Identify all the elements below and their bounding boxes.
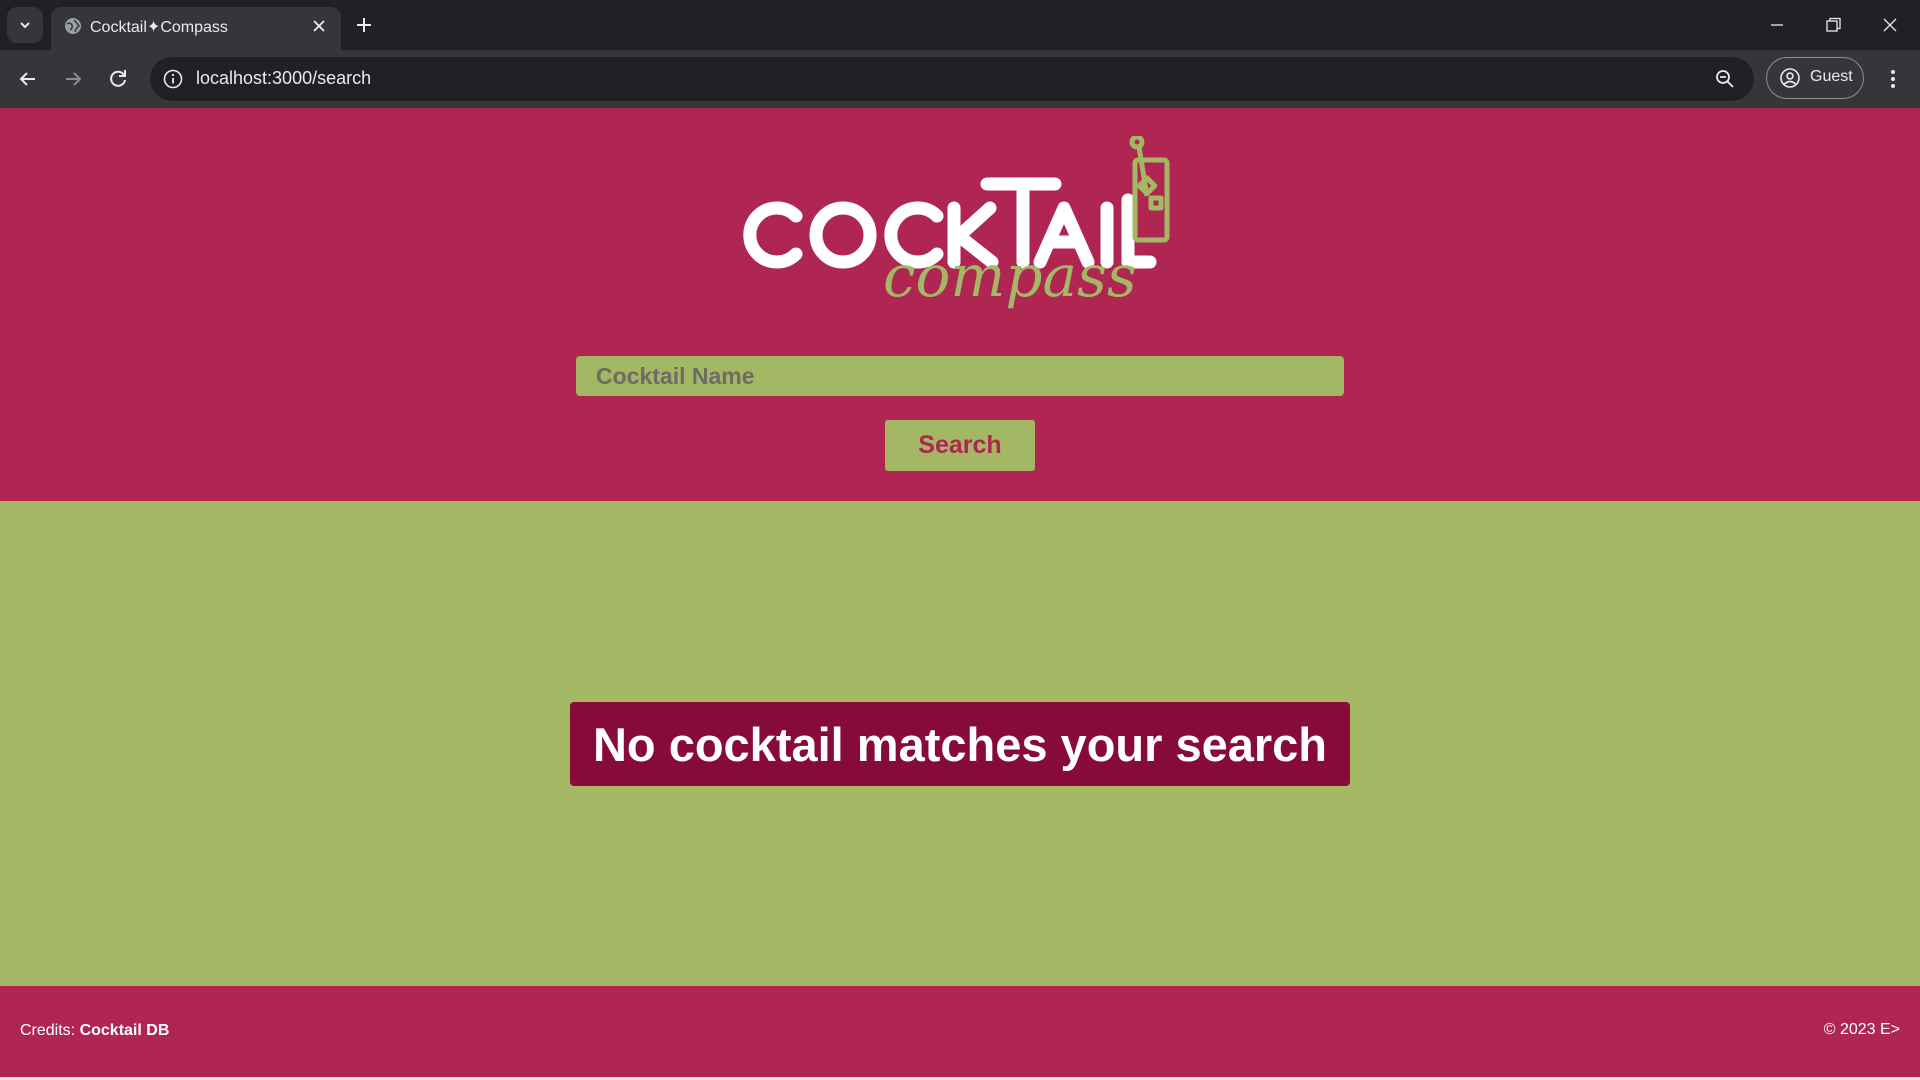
restore-icon[interactable] bbox=[1821, 13, 1845, 37]
page-footer: Credits: Cocktail DB © 2023 E> bbox=[0, 986, 1920, 1080]
close-icon[interactable] bbox=[311, 18, 327, 34]
no-results-message: No cocktail matches your search bbox=[570, 702, 1350, 786]
more-vert-icon[interactable] bbox=[1881, 67, 1905, 91]
cocktail-name-input[interactable] bbox=[576, 356, 1344, 396]
credits-prefix: Credits: bbox=[20, 1022, 80, 1039]
minimize-icon[interactable] bbox=[1765, 13, 1789, 37]
reload-icon[interactable] bbox=[105, 66, 131, 92]
close-window-icon[interactable] bbox=[1878, 13, 1902, 37]
browser-tab[interactable]: Cocktail✦Compass bbox=[51, 7, 341, 50]
tab-title: Cocktail✦Compass bbox=[90, 19, 228, 36]
credits-source: Cocktail DB bbox=[79, 1022, 170, 1039]
credits: Credits: Cocktail DB bbox=[20, 1022, 169, 1040]
arrow-right-icon[interactable] bbox=[60, 66, 86, 92]
arrow-left-icon[interactable] bbox=[15, 66, 41, 92]
copyright: © 2023 E> bbox=[1823, 1021, 1900, 1038]
profile-button[interactable]: Guest bbox=[1766, 57, 1864, 99]
search-button[interactable]: Search bbox=[885, 420, 1035, 471]
account-circle-icon bbox=[1780, 68, 1800, 88]
profile-label: Guest bbox=[1810, 68, 1853, 85]
plus-icon[interactable] bbox=[353, 14, 375, 36]
address-bar[interactable]: localhost:3000/search bbox=[150, 57, 1754, 101]
cocktail-compass-logo: compass bbox=[743, 136, 1170, 310]
page-header: compass Search bbox=[0, 108, 1920, 501]
svg-text:compass: compass bbox=[883, 242, 1137, 310]
info-icon[interactable] bbox=[162, 68, 184, 90]
zoom-out-icon[interactable] bbox=[1714, 68, 1736, 90]
browser-toolbar: localhost:3000/search Guest bbox=[0, 50, 1920, 108]
browser-tab-bar: Cocktail✦Compass bbox=[0, 0, 1920, 50]
tab-list-button[interactable] bbox=[7, 7, 43, 43]
globe-icon bbox=[65, 18, 81, 34]
chevron-down-icon bbox=[20, 22, 30, 29]
url-text: localhost:3000/search bbox=[196, 68, 372, 88]
